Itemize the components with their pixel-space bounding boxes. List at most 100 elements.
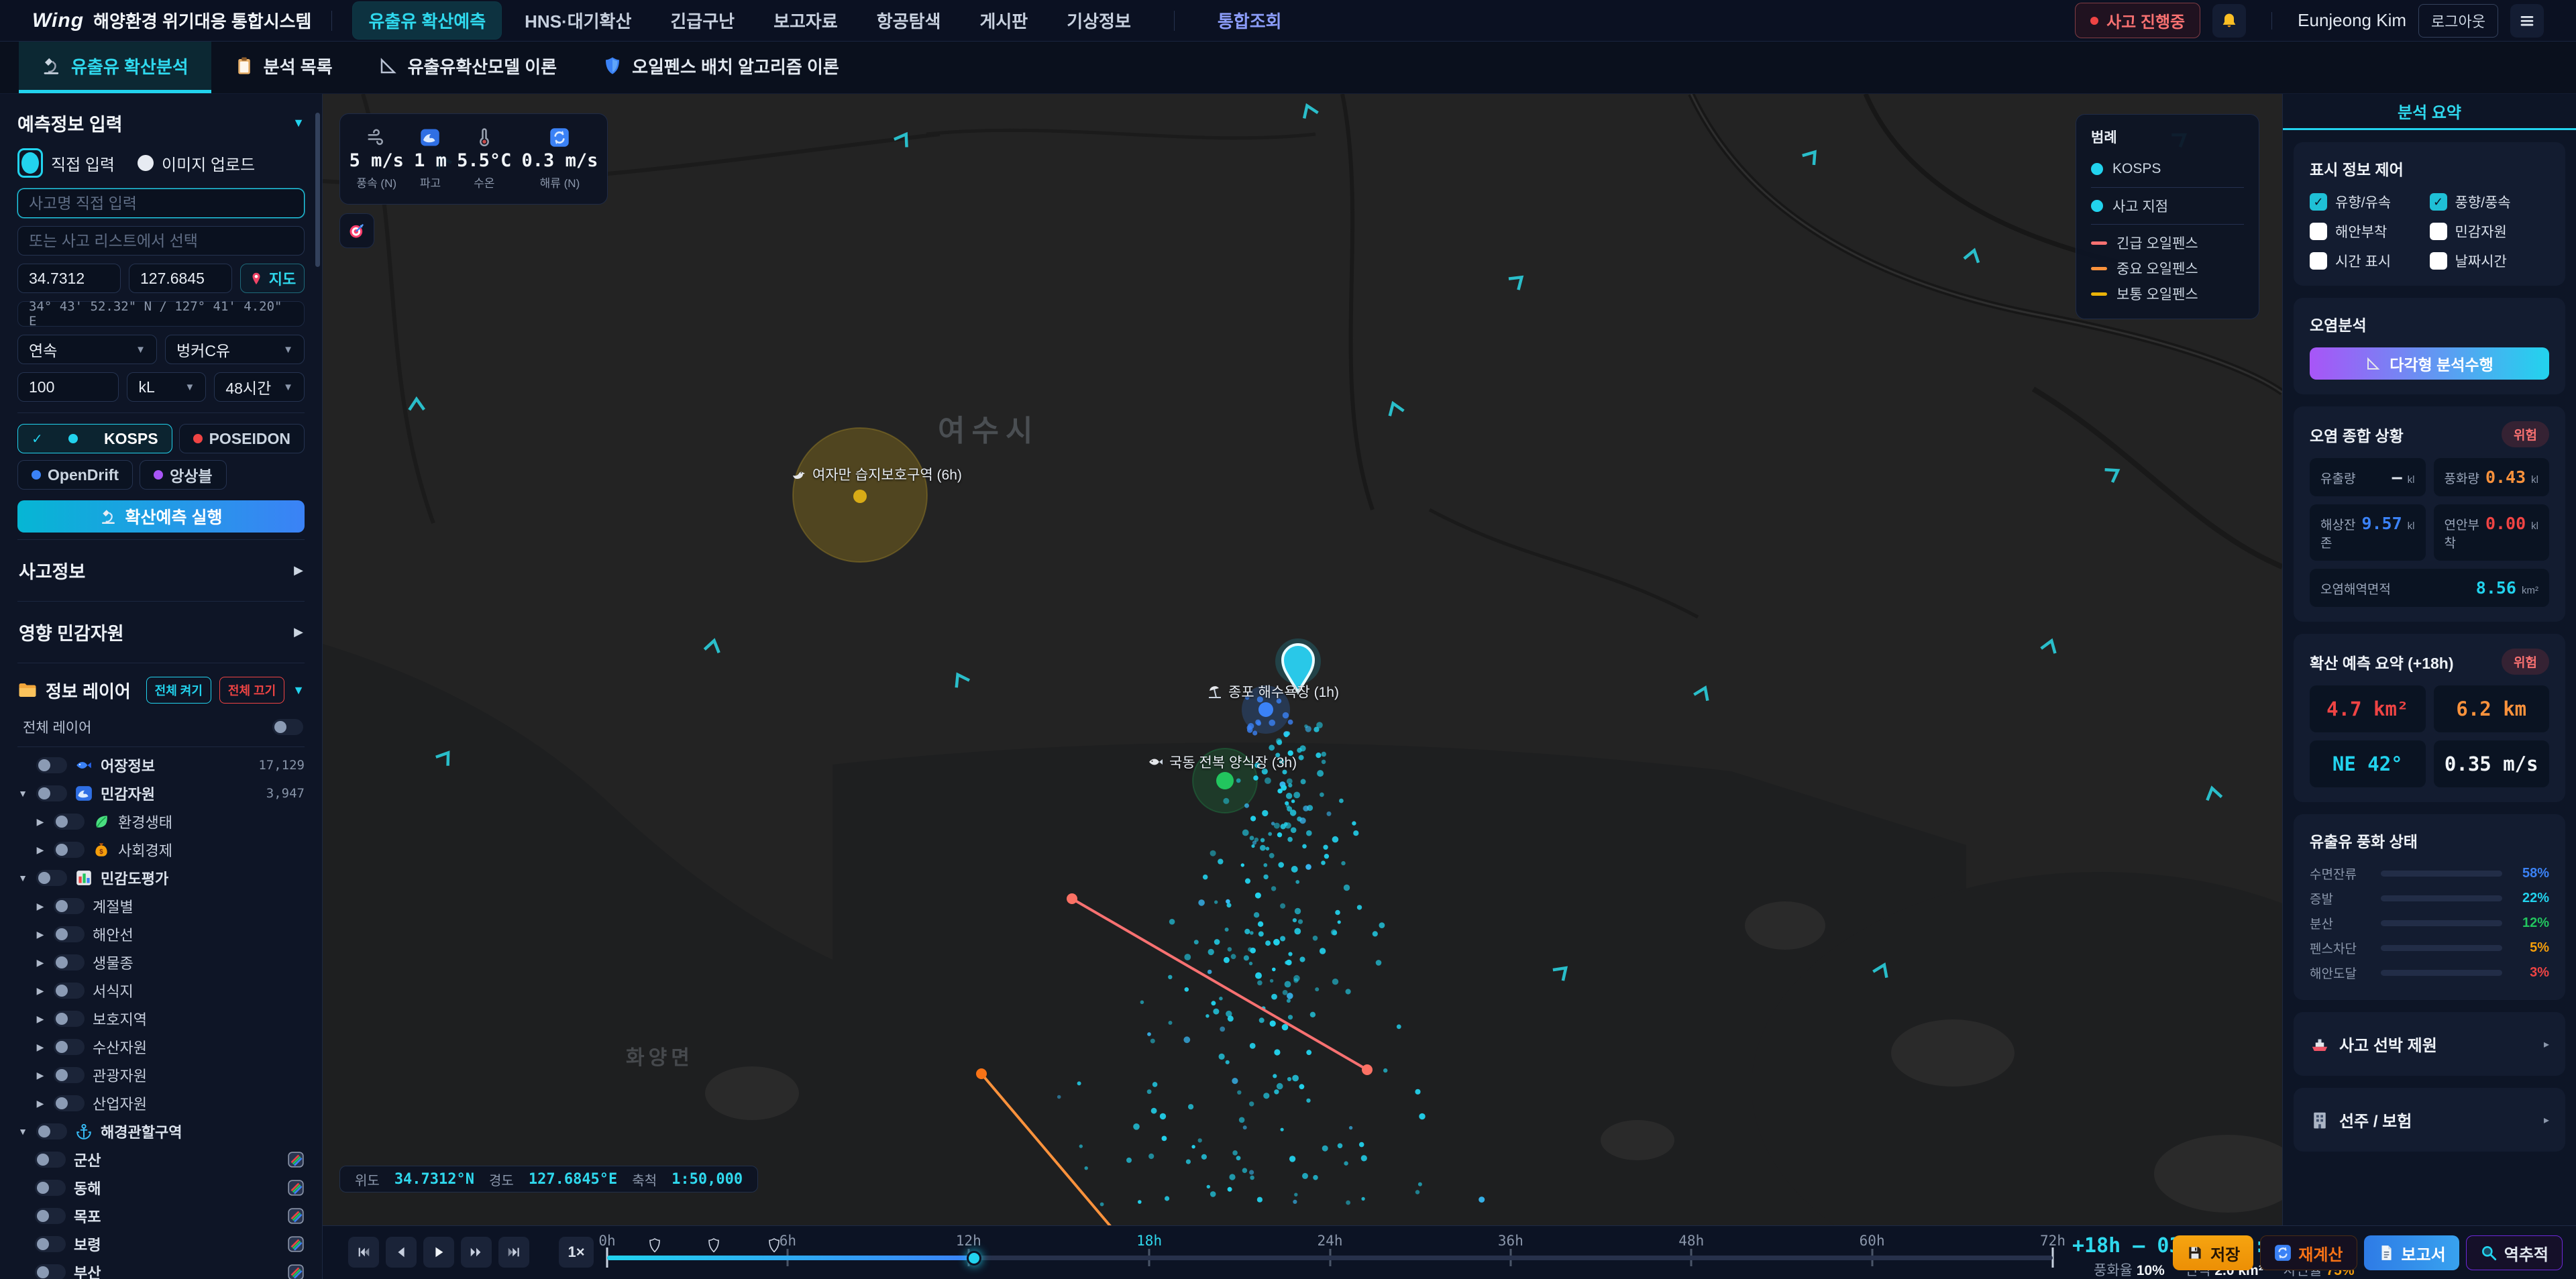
nav-item-7[interactable]: 통합조회 bbox=[1201, 1, 1298, 40]
stat-label: 유출량 bbox=[2320, 469, 2355, 487]
tree-collapsed-icon[interactable]: ▶ bbox=[35, 1013, 46, 1025]
model-chip-KOSPS[interactable]: ✓KOSPS bbox=[17, 424, 172, 453]
layer-toggle[interactable] bbox=[36, 1123, 67, 1139]
duration-select[interactable]: 48시간▼ bbox=[214, 372, 305, 402]
center-incident-button[interactable] bbox=[339, 213, 374, 248]
latitude-input[interactable] bbox=[17, 264, 121, 293]
tree-collapsed-icon[interactable]: ▶ bbox=[35, 901, 46, 912]
layer-toggle[interactable] bbox=[54, 1011, 85, 1027]
step-back-button[interactable] bbox=[386, 1237, 417, 1268]
skip-start-button[interactable] bbox=[348, 1237, 379, 1268]
tree-collapsed-icon[interactable]: ▶ bbox=[35, 985, 46, 997]
layer-toggle[interactable] bbox=[35, 1180, 66, 1196]
menu-button[interactable] bbox=[2510, 4, 2544, 38]
unit-select[interactable]: kL▼ bbox=[127, 372, 206, 402]
run-prediction-button[interactable]: 확산예측 실행 bbox=[17, 500, 305, 533]
radio-image-upload[interactable]: 이미지 업로드 bbox=[138, 148, 255, 178]
tree-expanded-icon[interactable]: ▼ bbox=[17, 873, 28, 883]
oil-type-select[interactable]: 벙커C유▼ bbox=[165, 335, 305, 364]
logout-button[interactable]: 로그아웃 bbox=[2418, 4, 2498, 38]
tree-collapsed-icon[interactable]: ▶ bbox=[35, 816, 46, 828]
layer-toggle[interactable] bbox=[36, 870, 67, 886]
layer-toggle[interactable] bbox=[54, 842, 85, 858]
model-chip-앙상블[interactable]: 앙상블 bbox=[140, 460, 226, 490]
layer-toggle[interactable] bbox=[36, 757, 67, 773]
nav-item-0[interactable]: 유출유 확산예측 bbox=[352, 1, 502, 40]
amount-input[interactable] bbox=[17, 372, 119, 402]
tab-0[interactable]: 유출유 확산분석 bbox=[19, 42, 211, 93]
display-option-4[interactable]: ✓시간 표시 bbox=[2310, 251, 2430, 271]
tree-expanded-icon[interactable]: ▼ bbox=[17, 788, 28, 799]
sidebar-scrollbar[interactable] bbox=[315, 113, 320, 267]
skip-end-button[interactable] bbox=[498, 1237, 529, 1268]
accordion-1[interactable]: 영향 민감자원▶ bbox=[17, 601, 305, 663]
sidebar-accordions: 사고정보▶영향 민감자원▶ bbox=[17, 539, 305, 663]
layer-toggle[interactable] bbox=[35, 1264, 66, 1279]
nav-item-1[interactable]: HNS·대기확산 bbox=[508, 1, 647, 40]
tree-collapsed-icon[interactable]: ▶ bbox=[35, 929, 46, 940]
time-slider[interactable]: 0h6h12h18h24h36h48h60h72h bbox=[607, 1226, 2053, 1279]
spill-type-select[interactable]: 연속▼ bbox=[17, 335, 157, 364]
nav-item-6[interactable]: 기상정보 bbox=[1051, 1, 1147, 40]
저장-button[interactable]: 저장 bbox=[2173, 1235, 2253, 1270]
model-chip-POSEIDON[interactable]: POSEIDON bbox=[179, 424, 305, 453]
layer-toggle[interactable] bbox=[54, 1095, 85, 1111]
tree-collapsed-icon[interactable]: ▶ bbox=[35, 844, 46, 856]
tab-3[interactable]: 오일펜스 배치 알고리즘 이론 bbox=[580, 42, 862, 93]
checkbox-checked-icon: ✓ bbox=[2310, 193, 2327, 211]
all-layers-off-button[interactable]: 전체 끄기 bbox=[219, 677, 284, 704]
play-button[interactable] bbox=[423, 1237, 454, 1268]
layer-toggle[interactable] bbox=[54, 983, 85, 999]
nav-item-2[interactable]: 긴급구난 bbox=[654, 1, 751, 40]
slider-handle[interactable] bbox=[967, 1251, 981, 1266]
layer-toggle[interactable] bbox=[54, 898, 85, 914]
layer-toggle[interactable] bbox=[35, 1152, 66, 1168]
playback-speed-button[interactable]: 1× bbox=[559, 1237, 594, 1268]
layer-toggle[interactable] bbox=[54, 926, 85, 942]
master-layer-toggle[interactable] bbox=[272, 719, 303, 735]
layer-toggle[interactable] bbox=[36, 785, 67, 801]
nav-item-3[interactable]: 보고자료 bbox=[757, 1, 854, 40]
display-option-3[interactable]: ✓민감자원 bbox=[2430, 221, 2550, 241]
nav-item-5[interactable]: 게시판 bbox=[963, 1, 1044, 40]
tree-collapsed-icon[interactable]: ▶ bbox=[35, 1098, 46, 1109]
incident-list-input[interactable] bbox=[17, 226, 305, 256]
vessel-spec-section[interactable]: 사고 선박 제원 ▸ bbox=[2294, 1012, 2565, 1076]
tab-1[interactable]: 분석 목록 bbox=[211, 42, 356, 93]
layer-toggle[interactable] bbox=[35, 1236, 66, 1252]
pick-on-map-button[interactable]: 지도 bbox=[240, 264, 305, 293]
model-chip-OpenDrift[interactable]: OpenDrift bbox=[17, 460, 133, 490]
display-option-1[interactable]: ✓풍향/풍속 bbox=[2430, 192, 2550, 212]
accordion-0[interactable]: 사고정보▶ bbox=[17, 539, 305, 601]
layer-toggle[interactable] bbox=[54, 1067, 85, 1083]
nav-item-4[interactable]: 항공탐색 bbox=[861, 1, 957, 40]
fast-forward-button[interactable] bbox=[461, 1237, 492, 1268]
polygon-analysis-button[interactable]: 다각형 분석수행 bbox=[2310, 347, 2549, 380]
tree-collapsed-icon[interactable]: ▶ bbox=[35, 1042, 46, 1053]
재계산-button[interactable]: 재계산 bbox=[2260, 1235, 2357, 1270]
notifications-button[interactable] bbox=[2212, 4, 2246, 38]
display-option-2[interactable]: ✓해안부착 bbox=[2310, 221, 2430, 241]
보고서-button[interactable]: 보고서 bbox=[2364, 1235, 2459, 1270]
layer-toggle[interactable] bbox=[54, 954, 85, 970]
longitude-input[interactable] bbox=[129, 264, 232, 293]
layer-row-18: 부산 bbox=[17, 1258, 305, 1279]
radio-direct-input[interactable]: 직접 입력 bbox=[17, 148, 115, 178]
all-layers-on-button[interactable]: 전체 켜기 bbox=[146, 677, 211, 704]
tree-collapsed-icon[interactable]: ▶ bbox=[35, 957, 46, 968]
incident-name-input[interactable] bbox=[17, 188, 305, 218]
역추적-button[interactable]: 역추적 bbox=[2466, 1235, 2563, 1270]
owner-insurance-section[interactable]: 선주 / 보험 ▸ bbox=[2294, 1088, 2565, 1152]
map-canvas[interactable]: 5 m/s풍속 (N)1 m파고5.5°C수온0.3 m/s해류 (N) 범례K… bbox=[323, 94, 2282, 1225]
tree-expanded-icon[interactable]: ▼ bbox=[17, 1126, 28, 1137]
prediction-input-header[interactable]: 예측정보 입력 ▼ bbox=[17, 110, 305, 136]
display-option-5[interactable]: ✓날짜시간 bbox=[2430, 251, 2550, 271]
chevron-right-icon: ▸ bbox=[2544, 1113, 2549, 1127]
layer-toggle[interactable] bbox=[35, 1208, 66, 1224]
tree-collapsed-icon[interactable]: ▶ bbox=[35, 1070, 46, 1081]
display-option-0[interactable]: ✓유향/유속 bbox=[2310, 192, 2430, 212]
tab-2[interactable]: 유출유확산모델 이론 bbox=[356, 42, 580, 93]
layer-toggle[interactable] bbox=[54, 814, 85, 830]
layer-toggle[interactable] bbox=[54, 1039, 85, 1055]
bar-percent: 3% bbox=[2512, 965, 2549, 981]
